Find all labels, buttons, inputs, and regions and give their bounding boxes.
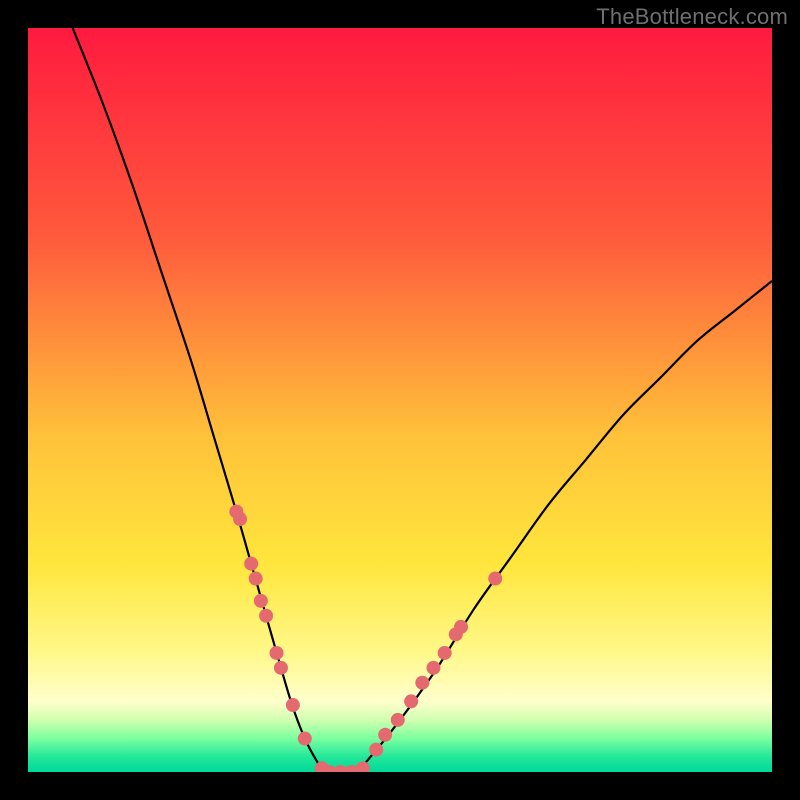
highlight-dot [426,661,440,675]
highlight-dot [391,713,405,727]
highlight-dot [254,594,268,608]
highlight-dot [286,698,300,712]
highlight-dot [454,620,468,634]
highlight-dot [369,743,383,757]
chart-frame: TheBottleneck.com [0,0,800,800]
highlight-dot [438,646,452,660]
highlight-dot [269,646,283,660]
plot-area [28,28,772,772]
watermark-text: TheBottleneck.com [596,4,788,30]
highlight-dot [274,661,288,675]
highlight-dot [233,512,247,526]
highlight-dot [378,728,392,742]
gradient-bg [28,28,772,772]
highlight-dot [259,609,273,623]
highlight-dot [298,732,312,746]
highlight-dot [415,676,429,690]
highlight-dot [488,572,502,586]
highlight-dot [249,572,263,586]
bottleneck-chart [28,28,772,772]
highlight-dot [244,557,258,571]
highlight-dot [404,694,418,708]
